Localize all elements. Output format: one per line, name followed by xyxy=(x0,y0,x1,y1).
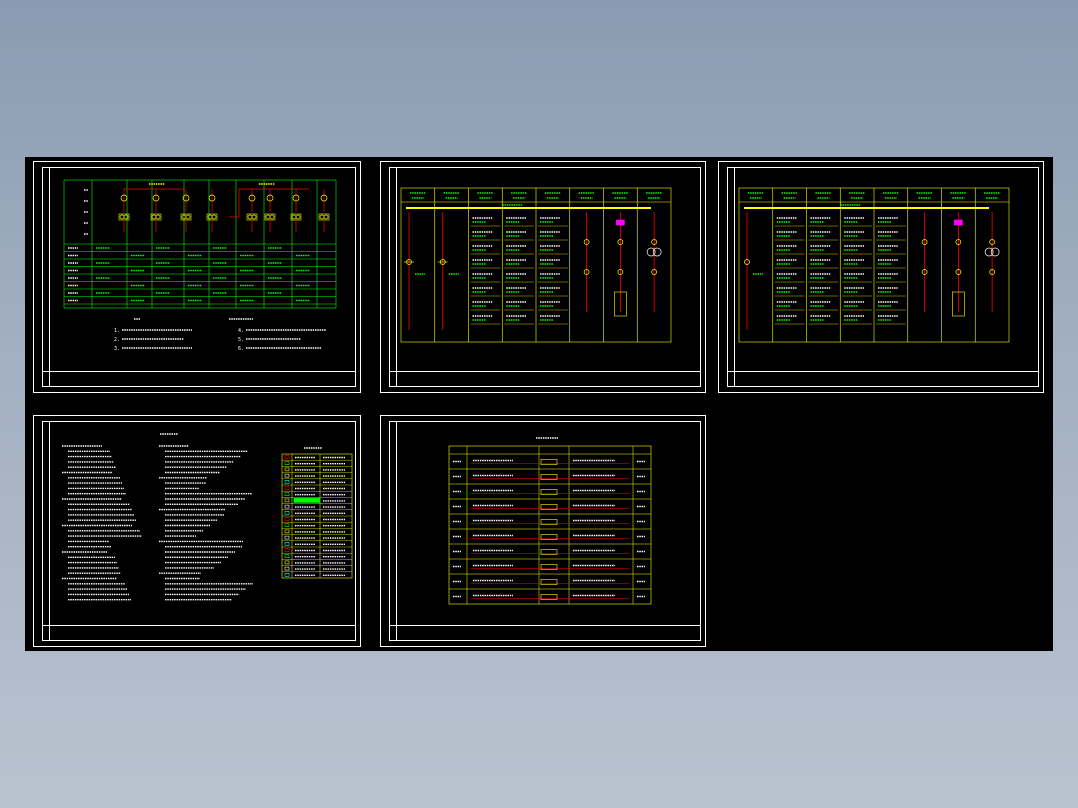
ct-coil xyxy=(251,214,257,220)
schedule-frame xyxy=(448,445,652,605)
ct-coil xyxy=(291,214,297,220)
highlighted-device xyxy=(616,219,625,226)
ct-coil xyxy=(151,214,157,220)
highlighted-device xyxy=(954,219,963,226)
note-number: 6. xyxy=(238,346,244,352)
legend-symbol xyxy=(284,554,290,558)
ct-coil xyxy=(323,214,329,220)
sheet-2-drawing xyxy=(400,187,672,343)
legend-symbol xyxy=(284,511,290,515)
legend-symbol xyxy=(284,473,290,478)
ct-coil xyxy=(155,214,161,220)
legend-symbol xyxy=(284,461,290,466)
legend-highlight xyxy=(293,498,321,503)
drawing-sheet-4[interactable] xyxy=(33,415,361,647)
legend-symbol xyxy=(284,529,290,534)
sheet-5-drawing xyxy=(448,437,652,605)
legend-symbol xyxy=(284,492,290,496)
ct-coil xyxy=(119,214,125,220)
note-number: 4. xyxy=(238,328,244,334)
ct-coil xyxy=(269,214,275,220)
model-space-canvas[interactable]: 1. 2. 3. 4. 5. 6. xyxy=(25,157,1053,651)
legend-symbol xyxy=(284,480,290,484)
sheet-4-drawing xyxy=(62,433,353,601)
legend-symbol xyxy=(284,542,290,546)
ct-coil xyxy=(247,214,253,220)
ct-coil xyxy=(319,214,325,220)
legend-symbol xyxy=(284,498,290,503)
drawing-sheet-3[interactable] xyxy=(718,161,1044,393)
ct-coil xyxy=(185,214,191,220)
legend-symbol xyxy=(284,504,290,509)
note-number: 2. xyxy=(114,337,120,343)
legend-symbol xyxy=(284,467,290,472)
ct-coil xyxy=(123,214,129,220)
legend-symbol xyxy=(284,523,290,527)
ct-coil xyxy=(265,214,271,220)
ct-coil xyxy=(295,214,301,220)
legend-symbol xyxy=(284,573,290,577)
note-number: 3. xyxy=(114,346,120,352)
sheet-1-drawing: 1. 2. 3. 4. 5. 6. xyxy=(63,179,337,352)
sheet-3-drawing xyxy=(738,187,1010,343)
ct-coil xyxy=(207,214,213,220)
legend-symbol xyxy=(284,548,290,552)
legend-symbol xyxy=(284,455,290,459)
ct-coil xyxy=(211,214,217,220)
drawing-sheet-2[interactable] xyxy=(380,161,706,393)
note-number: 5. xyxy=(238,337,244,343)
drawing-sheet-5[interactable] xyxy=(380,415,706,647)
drawing-sheet-1[interactable]: 1. 2. 3. 4. 5. 6. xyxy=(33,161,361,393)
legend-symbol xyxy=(284,566,290,571)
legend-symbol xyxy=(284,535,290,540)
legend-symbol xyxy=(284,486,290,490)
legend-symbol xyxy=(284,560,290,565)
note-number: 1. xyxy=(114,328,120,334)
legend-symbol xyxy=(284,517,290,521)
